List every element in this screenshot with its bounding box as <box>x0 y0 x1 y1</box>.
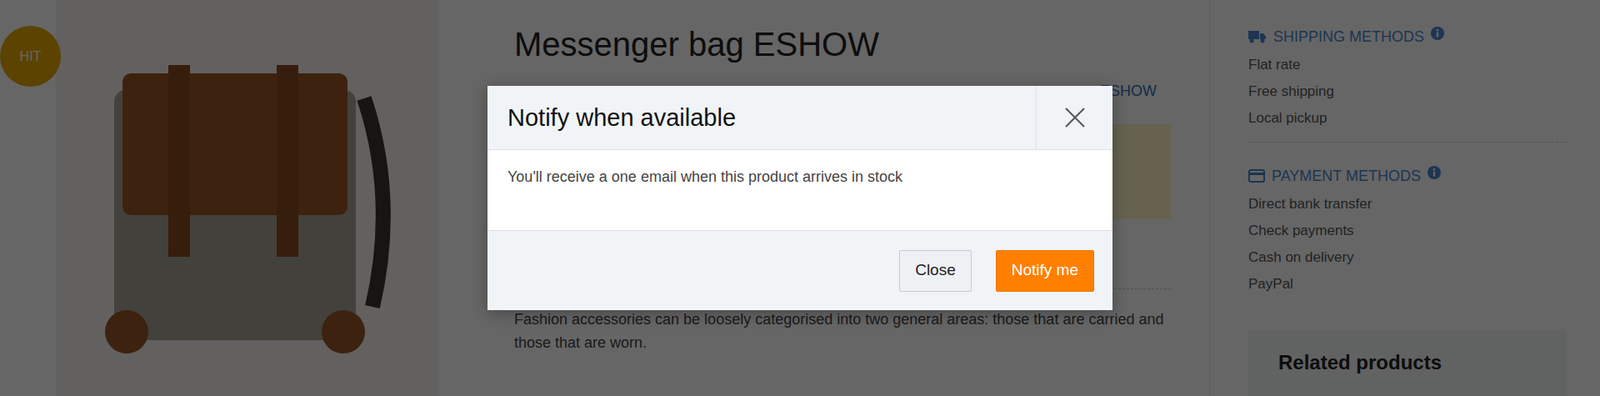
close-text-button[interactable]: Close <box>899 250 972 292</box>
modal-footer: Close Notify me <box>487 230 1113 310</box>
modal-message: You'll receive a one email when this pro… <box>487 150 1113 230</box>
close-icon <box>1064 106 1086 129</box>
modal-title: Notify when available <box>487 103 756 133</box>
modal-header: Notify when available <box>487 85 1113 150</box>
notify-button[interactable]: Notify me <box>995 250 1095 292</box>
notify-modal: Notify when available You'll receive a o… <box>487 85 1113 310</box>
close-button[interactable] <box>1035 85 1113 150</box>
